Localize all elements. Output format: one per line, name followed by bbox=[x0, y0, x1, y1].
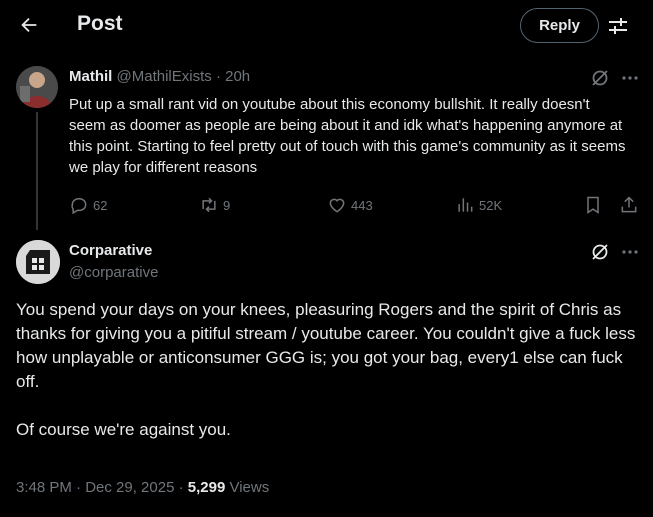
tweet-metadata: 3:48 PM · Dec 29, 2025 · 5,299 Views bbox=[16, 479, 269, 496]
share-icon bbox=[621, 196, 637, 213]
display-name[interactable]: Mathil bbox=[69, 68, 112, 85]
grok-icon[interactable] bbox=[590, 242, 610, 262]
main-tweet-text: You spend your days on your knees, pleas… bbox=[16, 298, 636, 442]
views-label: Views bbox=[225, 479, 270, 496]
reply-bubble-icon bbox=[71, 198, 87, 215]
main-tweet-tools bbox=[590, 242, 640, 262]
post-header: Post Reply bbox=[0, 0, 653, 52]
profile-photo bbox=[16, 66, 58, 108]
corparative-logo-icon bbox=[16, 240, 60, 284]
views-action[interactable]: 52K bbox=[455, 193, 502, 217]
view-count: 52K bbox=[479, 197, 503, 213]
bookmark-action[interactable] bbox=[583, 193, 607, 217]
grok-icon[interactable] bbox=[590, 68, 610, 88]
back-button[interactable] bbox=[14, 10, 44, 40]
tweet-timestamp[interactable]: 3:48 PM · Dec 29, 2025 · bbox=[16, 479, 188, 496]
more-horizontal-icon[interactable] bbox=[620, 68, 640, 88]
avatar[interactable] bbox=[16, 240, 60, 284]
views-count: 5,299 bbox=[187, 479, 226, 496]
filter-button[interactable] bbox=[606, 14, 630, 38]
parent-tweet-actions: 62 9 443 52K bbox=[69, 193, 641, 217]
like-count: 443 bbox=[351, 197, 373, 213]
parent-tweet-text: Put up a small rant vid on youtube about… bbox=[69, 96, 626, 176]
tweet-paragraph: Of course we're against you. bbox=[16, 420, 231, 439]
reply-button[interactable]: Reply bbox=[520, 8, 599, 43]
reply-count: 62 bbox=[93, 197, 108, 213]
share-action[interactable] bbox=[619, 193, 643, 217]
handle[interactable]: @corparative bbox=[69, 264, 158, 281]
reply-action[interactable]: 62 bbox=[69, 193, 107, 217]
thread-connector bbox=[36, 112, 38, 230]
more-horizontal-icon[interactable] bbox=[620, 242, 640, 262]
repost-count: 9 bbox=[223, 197, 231, 213]
heart-icon bbox=[329, 198, 345, 213]
page-title: Post bbox=[77, 12, 123, 35]
bookmark-icon bbox=[587, 196, 599, 214]
arrow-left-icon bbox=[21, 17, 37, 33]
parent-tweet-tools bbox=[590, 68, 640, 88]
separator: · bbox=[215, 68, 221, 85]
repost-action[interactable]: 9 bbox=[199, 193, 230, 217]
sliders-icon bbox=[609, 18, 627, 34]
display-name[interactable]: Corparative bbox=[69, 242, 152, 259]
tweet-paragraph: You spend your days on your knees, pleas… bbox=[16, 300, 636, 391]
avatar[interactable] bbox=[16, 66, 58, 108]
repost-icon bbox=[202, 197, 216, 213]
handle[interactable]: @MathilExists bbox=[117, 68, 212, 85]
parent-tweet-header: Mathil @MathilExists · 20h bbox=[69, 68, 250, 85]
bar-chart-icon bbox=[458, 198, 473, 212]
like-action[interactable]: 443 bbox=[327, 193, 373, 217]
tweet-time[interactable]: 20h bbox=[225, 68, 250, 85]
